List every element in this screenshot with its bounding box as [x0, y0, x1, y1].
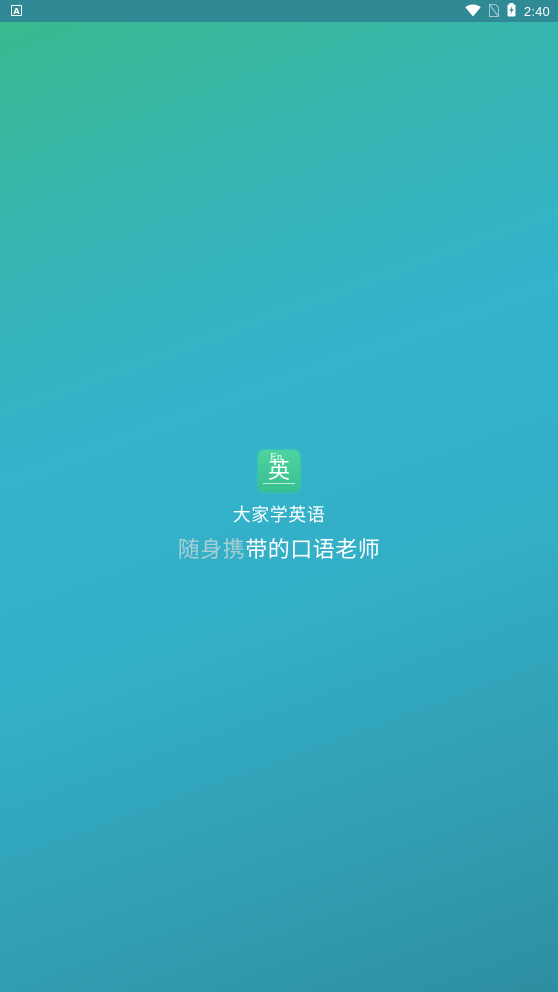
- splash-screen: A 2:40 En 英 大家学英语 随身携带的口语老师: [0, 0, 558, 992]
- wifi-icon: [465, 2, 481, 21]
- status-bar: A 2:40: [0, 0, 558, 22]
- slogan-highlight: 随身携: [177, 538, 246, 563]
- status-icons: 2:40: [465, 0, 550, 22]
- no-sim-icon: [488, 2, 499, 21]
- status-time: 2:40: [523, 3, 550, 19]
- notification-icon: A: [11, 5, 22, 16]
- app-name: 大家学英语: [232, 505, 326, 526]
- battery-charging-icon: [507, 2, 516, 21]
- slogan-rest: 带的口语老师: [245, 538, 381, 563]
- app-logo-icon: En 英: [258, 450, 300, 492]
- app-logo-underline: [263, 483, 295, 484]
- splash-content: En 英 大家学英语 随身携带的口语老师: [0, 450, 558, 565]
- app-logo-character: 英: [267, 459, 290, 484]
- app-slogan: 随身携带的口语老师: [178, 537, 381, 565]
